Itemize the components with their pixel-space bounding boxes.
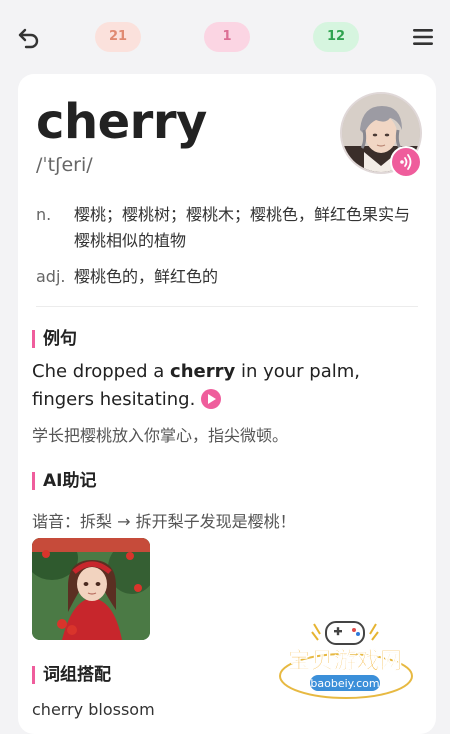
ai-memo-section-title: AI助记 [32, 472, 96, 490]
count-badge-review: 1 [204, 22, 250, 52]
pronunciation-button[interactable] [390, 146, 422, 178]
top-bar: 21 1 12 [0, 0, 450, 72]
watermark-url: baobeiy.com [310, 677, 379, 690]
mnemonic-text: 谐音：拆梨 → 拆开梨子发现是樱桃！ [32, 512, 296, 531]
phrases-section-title: 词组搭配 [32, 666, 111, 684]
site-watermark: 宝贝游戏网 baobeiy.com [279, 621, 413, 699]
phrase-item[interactable]: cherry blossom [32, 700, 155, 719]
count-badge-mastered: 12 [313, 22, 359, 52]
example-translation: 学长把樱桃放入你掌心，指尖微顿。 [32, 426, 289, 445]
menu-icon[interactable] [410, 24, 436, 50]
definition-noun: n. 樱桃；樱桃树；樱桃木；樱桃色，鲜红色果实与樱桃相似的植物 [36, 202, 414, 254]
avatar-container[interactable] [340, 92, 422, 178]
part-of-speech: n. [36, 205, 52, 224]
definition-text: 樱桃色的，鲜红色的 [74, 267, 219, 286]
definition-adjective: adj. 樱桃色的，鲜红色的 [36, 264, 414, 290]
play-icon[interactable] [201, 389, 222, 409]
example-sentence: Che dropped a cherry in your palm, finge… [32, 358, 412, 414]
divider [36, 306, 418, 307]
gamepad-icon [325, 621, 365, 645]
count-badge-new: 21 [95, 22, 141, 52]
mnemonic-illustration[interactable] [32, 538, 150, 640]
part-of-speech: adj. [36, 267, 66, 286]
back-arrow-icon[interactable] [16, 24, 42, 50]
sound-wave-icon [400, 154, 412, 170]
example-section-title: 例句 [32, 330, 77, 348]
definition-text: 樱桃；樱桃树；樱桃木；樱桃色，鲜红色果实与樱桃相似的植物 [74, 205, 411, 250]
headword: cherry [36, 94, 207, 150]
example-text: Che dropped a [32, 361, 171, 382]
example-keyword: cherry [170, 361, 236, 382]
phonetic: /ˈtʃeri/ [36, 154, 93, 176]
watermark-text: 宝贝游戏网 [288, 647, 403, 674]
